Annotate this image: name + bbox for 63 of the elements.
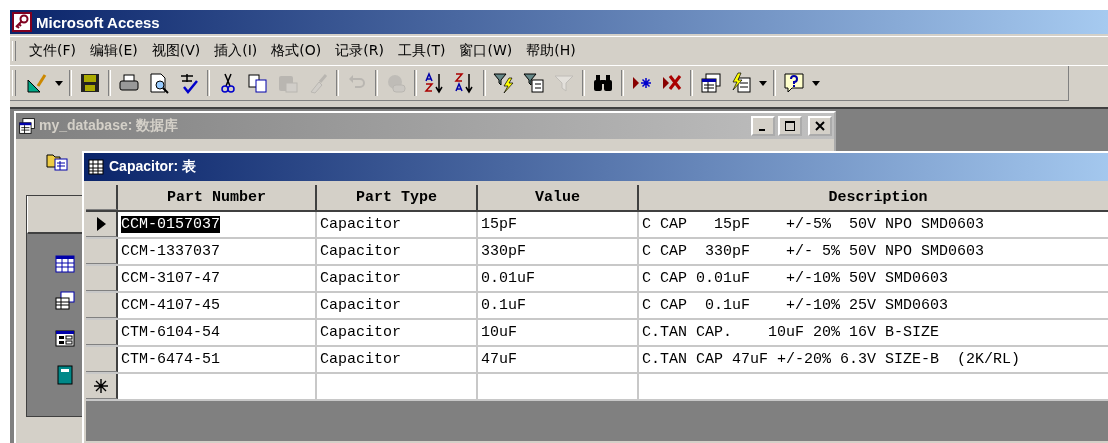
- window-title: Capacitor: 表: [109, 158, 197, 176]
- record-selector[interactable]: [86, 293, 118, 318]
- menu-item[interactable]: 工具(T): [390, 40, 453, 62]
- part-number-cell: CCM-3107-47: [118, 266, 317, 291]
- value-cell: 0.01uF: [478, 266, 639, 291]
- part-type-cell: Capacitor: [317, 266, 478, 291]
- query-icon[interactable]: [55, 291, 75, 311]
- description-cell: C CAP 0.1uF +/-10% 25V SMD0603: [639, 293, 1108, 318]
- key-icon: [12, 12, 32, 32]
- menu-item[interactable]: 编辑(E): [83, 40, 145, 62]
- close-button[interactable]: [808, 116, 832, 136]
- part-number-cell: CCM-0157037: [118, 212, 317, 237]
- part-type-cell: Capacitor: [317, 320, 478, 345]
- close-icon: [815, 121, 825, 131]
- current-record-icon: [96, 217, 106, 231]
- value-cell: 330pF: [478, 239, 639, 264]
- record-selector[interactable]: [86, 212, 118, 237]
- value-cell: 47uF: [478, 347, 639, 372]
- column-header[interactable]: Value: [478, 185, 639, 210]
- description-cell: C CAP 0.01uF +/-10% 50V SMD0603: [639, 266, 1108, 291]
- report-icon[interactable]: [55, 365, 75, 385]
- value-cell: 15pF: [478, 212, 639, 237]
- description-cell: C CAP 15pF +/-5% 50V NPO SMD0603: [639, 212, 1108, 237]
- value-cell: 0.1uF: [478, 293, 639, 318]
- menu-item[interactable]: 视图(V): [144, 40, 208, 62]
- column-header[interactable]: Description: [639, 185, 1108, 210]
- database-window-icon: [18, 117, 36, 135]
- column-header[interactable]: Part Type: [317, 185, 478, 210]
- maximize-button[interactable]: [778, 116, 802, 136]
- part-number-cell: CCM-4107-45: [118, 293, 317, 318]
- record-selector[interactable]: [86, 374, 118, 399]
- part-type-cell: Capacitor: [317, 293, 478, 318]
- column-header[interactable]: Part Number: [118, 185, 317, 210]
- menu-item[interactable]: 插入(I): [207, 40, 265, 62]
- description-cell: C CAP 330pF +/- 5% 50V NPO SMD0603: [639, 239, 1108, 264]
- part-type-cell: Capacitor: [317, 212, 478, 237]
- menu-item[interactable]: 文件(F): [22, 40, 83, 62]
- value-cell: 10uF: [478, 320, 639, 345]
- window-title: Microsoft Access: [36, 13, 160, 31]
- part-type-cell: Capacitor: [317, 239, 478, 264]
- description-cell: C.TAN CAP. 10uF 20% 16V B-SIZE: [639, 320, 1108, 345]
- record-selector[interactable]: [86, 239, 118, 264]
- menu-item[interactable]: 帮助(H): [519, 40, 583, 62]
- record-selector[interactable]: [86, 320, 118, 345]
- select-all-button[interactable]: [86, 185, 118, 210]
- part-number-cell: CCM-1337037: [118, 239, 317, 264]
- menu-item[interactable]: 格式(O): [264, 40, 329, 62]
- form-icon[interactable]: [55, 328, 75, 348]
- table-icon: [88, 159, 104, 175]
- record-selector[interactable]: [86, 347, 118, 372]
- record-selector[interactable]: [86, 266, 118, 291]
- part-number-cell: CTM-6104-54: [118, 320, 317, 345]
- description-cell: C.TAN CAP 47uF +/-20% 6.3V SIZE-B (2K/RL): [639, 347, 1108, 372]
- part-type-cell: Capacitor: [317, 347, 478, 372]
- table-icon[interactable]: [55, 254, 75, 274]
- maximize-icon: [785, 121, 795, 131]
- minimize-button[interactable]: [751, 116, 775, 136]
- window-title: my_database: 数据库: [39, 117, 179, 135]
- menu-item[interactable]: 窗口(W): [452, 40, 520, 62]
- menu-item[interactable]: 记录(R): [328, 40, 391, 62]
- minimize-icon: [758, 129, 765, 131]
- part-number-cell: CTM-6474-51: [118, 347, 317, 372]
- new-record-icon: [94, 379, 108, 393]
